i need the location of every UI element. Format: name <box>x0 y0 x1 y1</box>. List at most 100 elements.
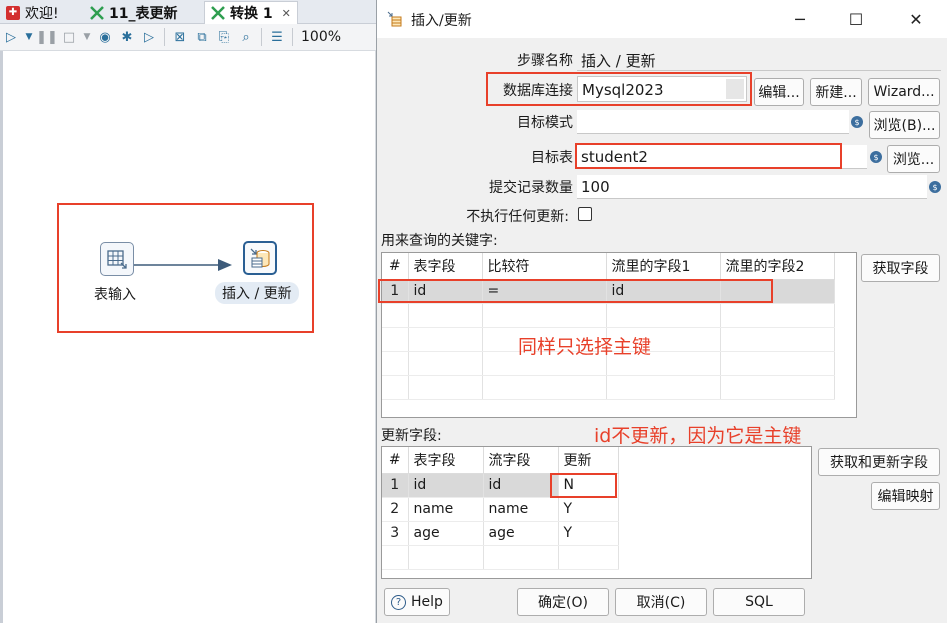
no-update-checkbox[interactable] <box>578 207 592 221</box>
tab-label: 欢迎! <box>25 5 59 22</box>
get-fields-button[interactable]: 获取字段 <box>861 254 940 282</box>
new-connection-button[interactable]: 新建... <box>810 78 862 106</box>
row-number: 2 <box>382 497 409 522</box>
key-section-label: 用来查询的关键字: <box>381 233 498 249</box>
no-update-label: 不执行任何更新: <box>466 209 569 225</box>
update-flag-cell[interactable]: Y <box>558 521 619 546</box>
help-icon: ? <box>391 594 407 610</box>
tab-bar: ✚ 欢迎! 11_表更新 转换 1 ✕ <box>0 0 380 24</box>
help-button[interactable]: ? Help <box>384 588 450 616</box>
align-icon[interactable]: ☰ <box>268 28 286 46</box>
tab-label: 11_表更新 <box>109 5 178 22</box>
browse-table-button[interactable]: 浏览... <box>887 145 940 173</box>
column-header[interactable]: 流字段 <box>483 447 559 474</box>
target-schema-input[interactable] <box>577 110 849 134</box>
annotation-box-target-table <box>575 143 842 169</box>
sql-icon[interactable]: ⎘ <box>215 28 233 46</box>
column-header[interactable]: 更新 <box>558 447 619 474</box>
maximize-icon[interactable]: ☐ <box>845 8 867 30</box>
column-header[interactable]: 流里的字段2 <box>720 253 835 280</box>
run-dropdown-icon[interactable]: ▼ <box>24 28 34 46</box>
toolbar: ▷ ▼ ❚❚ □ ▼ ◉ ✱ ▷ ⊠ ⧉ ⎘ ⌕ ☰ 100% <box>0 24 380 51</box>
tab-table-update[interactable]: 11_表更新 <box>84 1 183 24</box>
stream-field-cell[interactable]: age <box>483 521 559 546</box>
toolbar-separator <box>164 28 165 46</box>
target-schema-label: 目标模式 <box>517 115 573 131</box>
transformation-canvas[interactable]: 表输入 插入 / 更新 <box>0 51 376 623</box>
target-table-label: 目标表 <box>531 150 573 166</box>
column-header[interactable]: 表字段 <box>408 253 483 280</box>
tab-label: 转换 1 <box>230 6 273 22</box>
browse-schema-button[interactable]: 浏览(B)... <box>869 111 940 139</box>
help-button-label: Help <box>411 594 443 610</box>
debug-icon[interactable]: ✱ <box>118 28 136 46</box>
verify-icon[interactable]: ⊠ <box>171 28 189 46</box>
update-section-label: 更新字段: <box>381 428 442 444</box>
table-row[interactable]: 2 name name Y <box>382 497 619 522</box>
commit-size-input[interactable]: 100 <box>577 175 927 199</box>
preview-icon[interactable]: ◉ <box>96 28 114 46</box>
variable-icon: $ <box>851 116 863 128</box>
commit-size-label: 提交记录数量 <box>489 180 573 196</box>
empty-row <box>382 303 835 328</box>
annotation-box-key-row <box>378 279 773 303</box>
annotation-update-note: id不更新，因为它是主键 <box>594 425 802 447</box>
row-number: 1 <box>382 473 409 498</box>
minimize-icon[interactable]: ─ <box>789 8 811 30</box>
stop-icon[interactable]: □ <box>60 28 78 46</box>
get-update-fields-button[interactable]: 获取和更新字段 <box>818 448 940 476</box>
annotation-box-update-flag <box>550 473 617 498</box>
toolbar-separator <box>292 28 293 46</box>
welcome-icon: ✚ <box>6 5 20 20</box>
column-header[interactable]: 表字段 <box>408 447 484 474</box>
empty-row <box>382 545 619 570</box>
insert-update-icon <box>387 11 402 27</box>
table-field-cell[interactable]: id <box>408 473 484 498</box>
update-fields-table[interactable]: # 表字段 流字段 更新 1 id id N 2 name name Y 3 a… <box>381 446 812 579</box>
stop-dropdown-icon[interactable]: ▼ <box>82 28 92 46</box>
stream-field-cell[interactable]: id <box>483 473 559 498</box>
variable-icon: $ <box>870 151 882 163</box>
table-header-row: # 表字段 比较符 流里的字段1 流里的字段2 <box>382 253 835 280</box>
zoom-level[interactable]: 100% <box>301 29 341 45</box>
cancel-button[interactable]: 取消(C) <box>615 588 707 616</box>
tab-transformation-1[interactable]: 转换 1 ✕ <box>204 1 298 24</box>
dialog-title-bar: 插入/更新 ─ ☐ ✕ <box>377 0 947 38</box>
annotation-key-note: 同样只选择主键 <box>518 336 652 358</box>
step-name-label: 步骤名称 <box>517 53 573 69</box>
column-header[interactable]: # <box>382 447 409 474</box>
table-field-cell[interactable]: name <box>408 497 484 522</box>
table-field-cell[interactable]: age <box>408 521 484 546</box>
annotation-box-steps <box>57 203 314 333</box>
transformation-icon <box>90 5 104 20</box>
canvas-left-border <box>0 51 3 623</box>
update-flag-cell[interactable]: Y <box>558 497 619 522</box>
empty-row <box>382 375 835 400</box>
edit-connection-button[interactable]: 编辑... <box>754 78 804 106</box>
toolbar-separator <box>261 28 262 46</box>
close-tab-icon[interactable]: ✕ <box>282 7 291 20</box>
wizard-button[interactable]: Wizard... <box>868 78 940 106</box>
step-name-input[interactable]: 插入 / 更新 <box>577 47 941 71</box>
row-number: 3 <box>382 521 409 546</box>
ok-button[interactable]: 确定(O) <box>517 588 609 616</box>
tab-welcome[interactable]: ✚ 欢迎! <box>0 1 65 24</box>
explore-db-icon[interactable]: ⌕ <box>237 28 255 46</box>
edit-mapping-button[interactable]: 编辑映射 <box>871 482 940 510</box>
close-icon[interactable]: ✕ <box>905 8 927 30</box>
stream-field-cell[interactable]: name <box>483 497 559 522</box>
replay-icon[interactable]: ▷ <box>140 28 158 46</box>
impact-icon[interactable]: ⧉ <box>193 28 211 46</box>
variable-icon: $ <box>929 181 941 193</box>
table-row[interactable]: 3 age age Y <box>382 521 619 546</box>
transformation-icon <box>211 6 225 20</box>
column-header[interactable]: 流里的字段1 <box>606 253 721 280</box>
pause-icon[interactable]: ❚❚ <box>36 28 58 46</box>
annotation-box-connection <box>486 72 752 106</box>
column-header[interactable]: 比较符 <box>482 253 607 280</box>
column-header[interactable]: # <box>382 253 409 280</box>
dialog-title: 插入/更新 <box>411 13 472 29</box>
table-header-row: # 表字段 流字段 更新 <box>382 447 619 474</box>
run-icon[interactable]: ▷ <box>2 28 20 46</box>
sql-button[interactable]: SQL <box>713 588 805 616</box>
